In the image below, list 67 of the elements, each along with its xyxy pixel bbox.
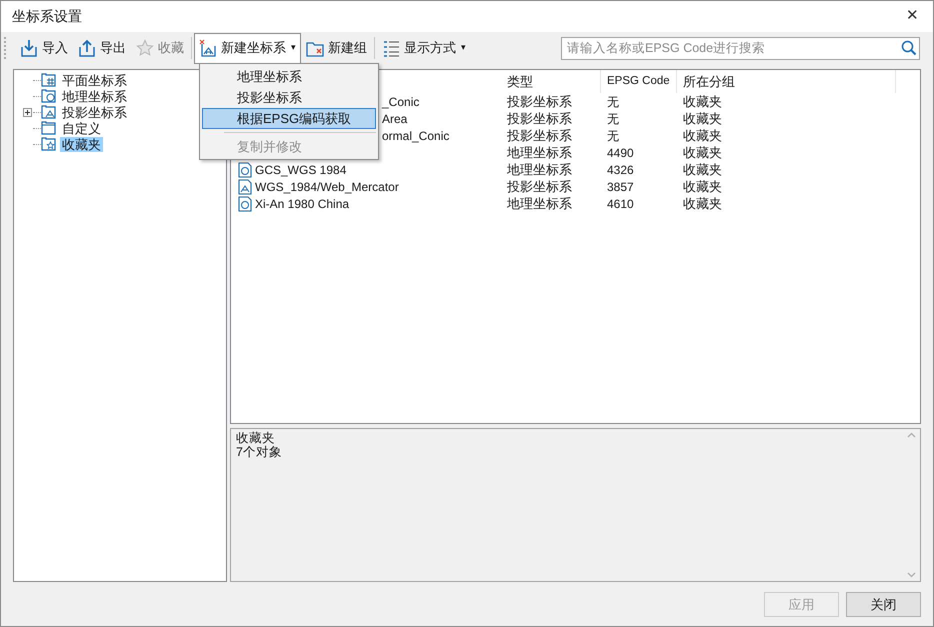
toolbar-button[interactable]: 导入 [15,32,73,64]
table-cell: 4490 [607,146,634,160]
table-cell[interactable]: Xi-An 1980 China [255,194,350,212]
table-cell: 3857 [607,180,634,194]
tree-item[interactable]: 投影坐标系 [60,104,129,120]
close-button[interactable]: ✕ [906,5,919,28]
search-field[interactable]: 请输入名称或EPSG Code进行搜索 [561,36,920,60]
table-cell[interactable]: ormal_Conic [382,126,450,144]
toolbar-button[interactable]: 导出 [73,32,131,64]
table-cell: 地理坐标系 [507,196,572,211]
table-cell: 收藏夹 [683,128,722,143]
table-cell: 投影坐标系 [507,128,572,143]
tree-item[interactable]: 收藏夹 [60,136,103,152]
table-cell: 地理坐标系 [507,162,572,177]
table-cell: 4610 [607,196,634,210]
table-cell: 收藏夹 [683,144,722,160]
info-text: 收藏夹 [236,431,276,445]
table-cell: 投影坐标系 [507,178,572,194]
table-cell[interactable]: GCS_WGS 1984 [255,160,346,178]
menu-item[interactable]: 投影坐标系 [202,87,376,108]
menu-item: 复制并修改 [236,138,303,156]
tree-item[interactable]: 平面坐标系 [60,72,129,88]
star-folder-icon [41,136,57,152]
tree-item[interactable]: 地理坐标系 [60,88,129,104]
menu-item[interactable]: 根据EPSG编码获取 [202,108,376,129]
map-document-icon [199,39,217,57]
toolbar-button[interactable]: 新建组 [301,32,372,64]
table-cell[interactable]: Area [382,110,408,128]
globe-folder-icon [41,88,57,104]
table-cell: 收藏夹 [683,110,722,126]
scroll-up-icon[interactable] [907,432,916,438]
info-text: 7个对象 [236,445,283,459]
scroll-down-icon[interactable] [907,572,916,578]
globe-document-icon [237,162,253,178]
expand-toggle[interactable] [23,108,32,116]
window-title: 坐标系设置 [12,7,82,26]
table-cell: 无 [607,112,619,126]
toolbar-button[interactable]: 新建坐标系 ▾ [194,32,301,64]
table-cell: 收藏夹 [683,178,722,194]
table-cell: 投影坐标系 [507,94,572,109]
table-cell[interactable]: WGS_1984/Web_Mercator [255,178,399,196]
table-cell: 收藏夹 [683,162,722,177]
table-cell: 地理坐标系 [507,144,572,160]
table-cell: 无 [607,128,619,142]
table-cell: 4326 [607,162,634,176]
grid-folder-icon [41,72,57,88]
table-cell: 收藏夹 [683,196,722,211]
star-icon [136,39,154,57]
toolbar-button[interactable]: 显示方式 ▾ [377,32,471,64]
list-icon [382,39,400,57]
column-header[interactable]: 类型 [501,70,601,93]
table-cell[interactable]: _Conic [382,92,420,110]
table-cell: 无 [607,94,619,108]
tree-item[interactable]: 自定义 [60,120,103,136]
column-header[interactable]: 所在分组 [677,70,896,93]
menu-item[interactable]: 地理坐标系 [202,66,376,87]
map-folder-icon [41,104,57,120]
map-document-icon [237,178,253,194]
column-header[interactable]: EPSG Code [601,70,677,93]
export-icon [78,39,96,57]
table-cell: 投影坐标系 [507,110,572,126]
dialog-button[interactable]: 关闭 [846,592,921,617]
import-icon [20,39,38,57]
search-icon [901,40,917,56]
folder-icon [41,120,57,136]
globe-document-icon [237,196,253,212]
table-cell: 收藏夹 [683,94,722,109]
